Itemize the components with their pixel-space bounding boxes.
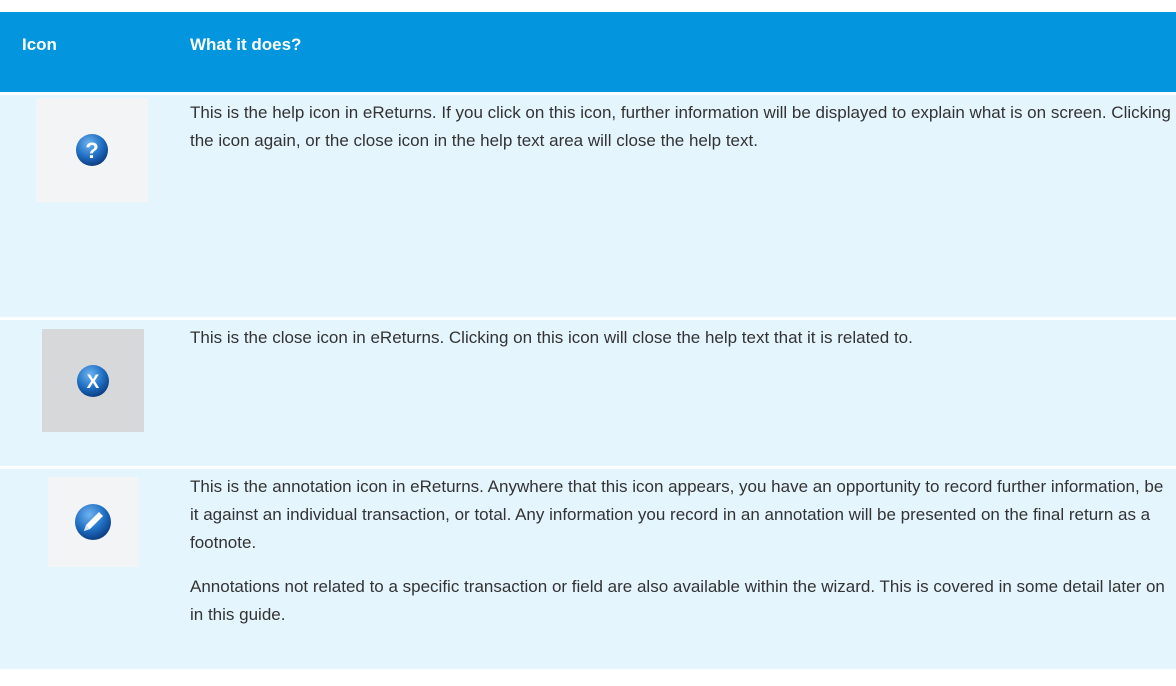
table-header: Icon What it does?	[0, 12, 1176, 92]
icon-reference-table: Icon What it does? ? This is the help ic…	[0, 12, 1176, 669]
row-description: This is the close icon in eReturns. Clic…	[190, 324, 1176, 352]
row-description: This is the annotation icon in eReturns.…	[190, 473, 1176, 629]
annotation-icon	[48, 477, 138, 567]
row-description: This is the help icon in eReturns. If yo…	[190, 99, 1176, 155]
svg-text:?: ?	[85, 138, 98, 163]
table-row: ? This is the help icon in eReturns. If …	[0, 92, 1176, 317]
close-icon-description: This is the close icon in eReturns. Clic…	[190, 328, 913, 347]
help-icon-description: This is the help icon in eReturns. If yo…	[190, 103, 1171, 150]
svg-text:X: X	[87, 372, 100, 393]
table-row: X This is the close icon in eReturns. Cl…	[0, 317, 1176, 466]
column-header-icon: Icon	[22, 35, 57, 54]
annotation-icon-description: This is the annotation icon in eReturns.…	[190, 477, 1164, 552]
column-header-description: What it does?	[190, 35, 302, 54]
close-icon: X	[42, 329, 144, 432]
help-icon: ?	[36, 98, 148, 202]
table-row: This is the annotation icon in eReturns.…	[0, 466, 1176, 669]
annotation-icon-description-extra: Annotations not related to a specific tr…	[190, 577, 1165, 624]
